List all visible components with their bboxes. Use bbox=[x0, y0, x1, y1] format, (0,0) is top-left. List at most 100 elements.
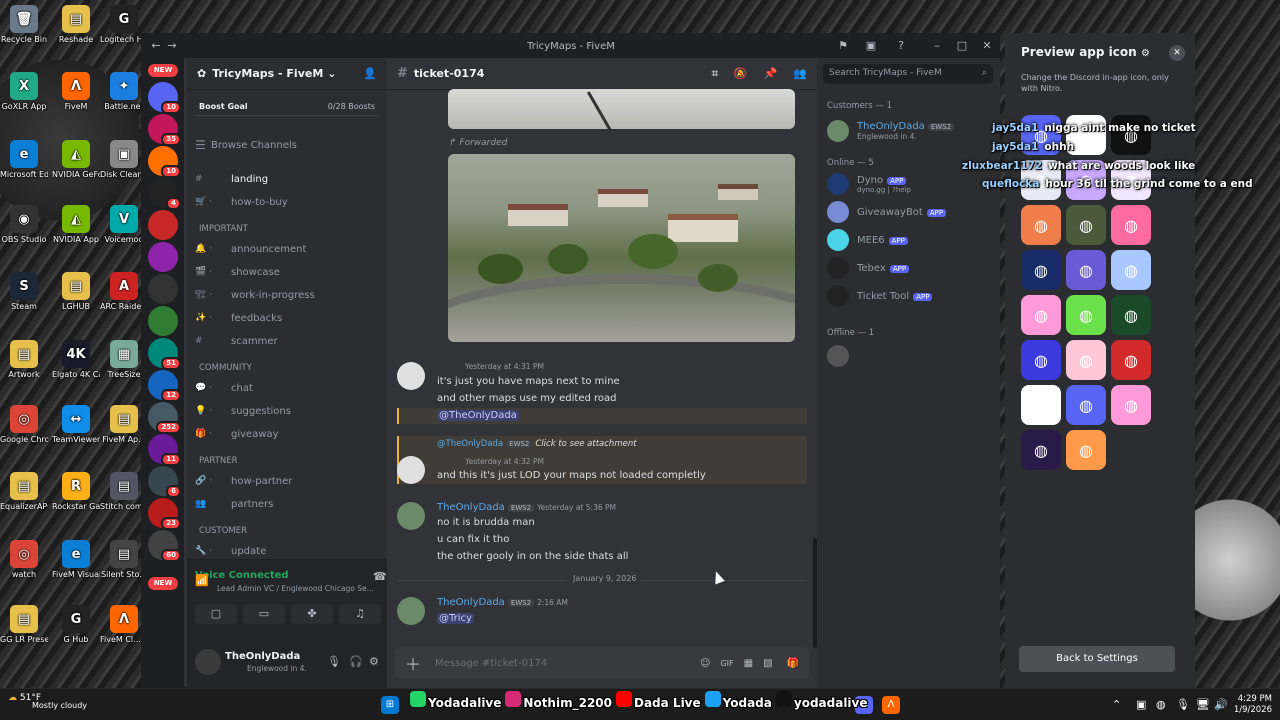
channel-item[interactable]: # landing bbox=[195, 170, 379, 188]
desktop-icon[interactable]: ◉ OBS Studio bbox=[0, 205, 48, 244]
channel-item[interactable]: 💡 · suggestions bbox=[195, 402, 379, 420]
channel-item[interactable]: ✨ · feedbacks bbox=[195, 309, 379, 327]
tray-globe-icon[interactable]: ◍ bbox=[1156, 698, 1166, 711]
app-icon-option[interactable]: ◍ bbox=[1021, 205, 1061, 245]
channel-item[interactable]: 🎬 · showcase bbox=[195, 263, 379, 281]
network-icon[interactable]: 🖥 bbox=[1196, 698, 1210, 711]
channel-item[interactable]: 🔗 · how-partner bbox=[195, 472, 379, 490]
app-icon-option[interactable]: ◍ bbox=[1021, 340, 1061, 380]
camera-button[interactable]: ▢ bbox=[195, 604, 237, 624]
server-icon[interactable] bbox=[148, 274, 178, 304]
server-icon[interactable]: 23 bbox=[148, 498, 181, 530]
desktop-icon[interactable]: G G Hub bbox=[52, 605, 100, 644]
app-icon-option[interactable]: ◍ bbox=[1111, 250, 1151, 290]
message-author[interactable]: TheOnlyDada bbox=[437, 502, 505, 513]
attachment-image-map[interactable] bbox=[448, 154, 795, 342]
member-item[interactable]: TheOnlyDada EWS2 Englewood in 4. bbox=[827, 116, 994, 146]
gift-icon[interactable]: 🎁 bbox=[787, 658, 799, 669]
desktop-icon[interactable]: ▤ GG LR Presets bbox=[0, 605, 48, 644]
clock[interactable]: 4:29 PM 1/9/2026 bbox=[1228, 694, 1272, 716]
close-icon[interactable]: ✕ bbox=[979, 38, 995, 54]
channel-item[interactable]: # scammer bbox=[195, 332, 379, 350]
app-icon-option[interactable]: ◍ bbox=[1066, 205, 1106, 245]
tray-chevron-icon[interactable]: ⌃ bbox=[1112, 698, 1121, 711]
user-mention[interactable]: @TheOnlyDada bbox=[437, 410, 519, 421]
desktop-icon[interactable]: ▤ EqualizerAPO bbox=[0, 472, 48, 511]
boost-goal[interactable]: Boost Goal 0/28 Boosts bbox=[195, 98, 379, 116]
app-icon-option[interactable]: ◍ bbox=[1111, 205, 1151, 245]
channel-item[interactable]: 🔔 · announcement bbox=[195, 240, 379, 258]
desktop-icon[interactable]: ↔ TeamViewer bbox=[52, 405, 100, 444]
close-icon[interactable]: ✕ bbox=[1169, 45, 1185, 61]
gif-icon[interactable]: GIF bbox=[720, 659, 733, 668]
message-author[interactable]: TheOnlyDada bbox=[437, 597, 505, 608]
channel-item[interactable]: 👥 partners bbox=[195, 495, 379, 513]
channel-category[interactable]: IMPORTANT bbox=[199, 224, 248, 234]
channel-item[interactable]: 🛒 · how-to-buy bbox=[195, 193, 379, 211]
sticker-icon[interactable]: ▦ bbox=[744, 658, 753, 669]
app-icon-option[interactable]: ◍ bbox=[1111, 340, 1151, 380]
member-item[interactable]: MEE6 APP bbox=[827, 228, 994, 252]
user-mention[interactable]: @Tricy bbox=[437, 613, 474, 624]
desktop-icon[interactable]: R Rockstar Games... bbox=[52, 472, 100, 511]
headphones-icon[interactable]: 🎧 bbox=[349, 655, 363, 668]
desktop-icon[interactable]: Λ FiveM bbox=[52, 72, 100, 111]
add-attachment-icon[interactable]: ＋ bbox=[405, 651, 421, 675]
server-header[interactable]: ✿ TricyMaps - FiveM ⌄ 👤 bbox=[187, 58, 387, 90]
app-icon-option[interactable]: ◍ bbox=[1021, 385, 1061, 425]
tray-app-icon[interactable]: ▣ bbox=[1136, 698, 1146, 711]
app-icon-option[interactable]: ◍ bbox=[1021, 295, 1061, 335]
member-item[interactable]: Tebex APP bbox=[827, 256, 994, 280]
emoji-icon[interactable]: ☺ bbox=[700, 658, 710, 669]
desktop-icon[interactable]: ◎ watch bbox=[0, 540, 48, 579]
member-item[interactable]: GiveawayBot APP bbox=[827, 200, 994, 224]
app-icon-option[interactable]: ◍ bbox=[1111, 295, 1151, 335]
volume-icon[interactable]: 🔊 bbox=[1214, 698, 1228, 711]
member-item[interactable]: Dyno APP dyno.gg | ?help bbox=[827, 172, 994, 196]
channel-category[interactable]: COMMUNITY bbox=[199, 363, 252, 373]
app-icon-option[interactable]: ◍ bbox=[1066, 430, 1106, 470]
member-item[interactable] bbox=[827, 344, 994, 368]
channel-item[interactable]: 🏗 · work-in-progress bbox=[195, 286, 379, 304]
server-icon[interactable]: 4 bbox=[148, 178, 181, 210]
app-icon-option[interactable]: ◍ bbox=[1111, 115, 1151, 155]
minimize-icon[interactable]: – bbox=[929, 38, 945, 54]
server-icon[interactable]: 10 bbox=[148, 146, 181, 178]
server-icon[interactable]: 10 bbox=[148, 82, 181, 114]
message-composer[interactable]: ＋ Message #ticket-0174 ☺ GIF ▦ ▧ 🎁 bbox=[395, 647, 809, 679]
app-icon-option[interactable]: ◍ bbox=[1066, 340, 1106, 380]
screen-share-button[interactable]: ▭ bbox=[243, 604, 285, 624]
desktop-icon[interactable]: ▤ Artwork bbox=[0, 340, 48, 379]
weather-widget[interactable]: ☁ 51°F Mostly cloudy bbox=[8, 693, 87, 713]
microphone-icon[interactable]: 🎙 bbox=[1176, 698, 1190, 711]
reply-preview[interactable]: @TheOnlyDada EWS2 Click to see attachment bbox=[437, 439, 637, 449]
avatar[interactable] bbox=[397, 597, 425, 625]
fivem-taskbar-icon[interactable]: Λ bbox=[882, 696, 900, 714]
search-input[interactable]: Search TricyMaps - FiveM ⌕ bbox=[823, 64, 993, 84]
desktop-icon[interactable]: ▤ Reshade bbox=[52, 5, 100, 44]
image-icon[interactable]: ▧ bbox=[763, 658, 772, 669]
channel-item[interactable]: 🔧 · update bbox=[195, 542, 379, 560]
desktop-icon[interactable]: 4K Elgato 4K Captur... bbox=[52, 340, 100, 379]
channel-item[interactable]: 🎁 · giveaway bbox=[195, 425, 379, 443]
desktop-icon[interactable]: e FiveM Visual... bbox=[52, 540, 100, 579]
microphone-icon[interactable]: 🎙 bbox=[327, 655, 341, 668]
help-icon[interactable]: ? bbox=[893, 38, 909, 54]
inbox-icon[interactable]: ▣ bbox=[863, 38, 879, 54]
avatar[interactable] bbox=[397, 502, 425, 530]
member-item[interactable]: Ticket Tool APP bbox=[827, 284, 994, 308]
app-icon-option[interactable]: ◍ bbox=[1066, 385, 1106, 425]
server-icon[interactable]: 12 bbox=[148, 370, 181, 402]
server-icon[interactable] bbox=[148, 306, 178, 336]
attachment-image-top[interactable] bbox=[448, 89, 795, 129]
settings-gear-icon[interactable]: ⚙ bbox=[369, 655, 379, 668]
message-input[interactable]: Message #ticket-0174 bbox=[435, 658, 547, 669]
desktop-icon[interactable]: X GoXLR App bbox=[0, 72, 48, 111]
avatar[interactable] bbox=[397, 362, 425, 390]
desktop-icon[interactable]: 🗑 Recycle Bin bbox=[0, 5, 48, 44]
desktop-icon[interactable]: ▤ LGHUB bbox=[52, 272, 100, 311]
back-to-settings-button[interactable]: Back to Settings bbox=[1019, 646, 1175, 672]
server-icon[interactable]: 60 bbox=[148, 530, 181, 562]
members-icon[interactable]: 👥 bbox=[793, 67, 807, 80]
channel-category[interactable]: PARTNER bbox=[199, 456, 238, 466]
